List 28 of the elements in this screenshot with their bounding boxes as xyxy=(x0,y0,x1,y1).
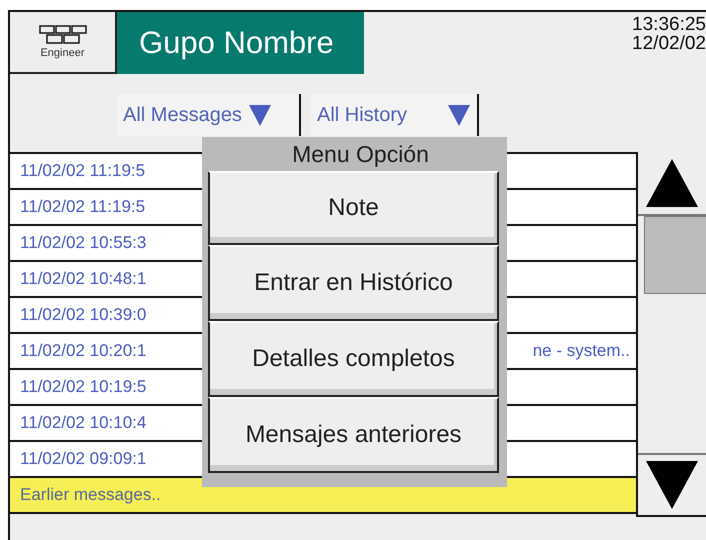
filter-dropdown[interactable]: All History xyxy=(311,94,479,136)
menu-option-button[interactable]: Detalles completos xyxy=(208,321,499,397)
message-time: 11/02/02 09:09:1 xyxy=(20,449,146,469)
user-level-icon xyxy=(38,25,86,45)
scroll-thumb[interactable] xyxy=(644,216,706,294)
scroll-down-button[interactable] xyxy=(638,453,706,517)
filter-dropdown[interactable]: All Messages xyxy=(117,94,301,136)
message-time: 11/02/02 10:39:0 xyxy=(20,305,146,325)
menu-option-button[interactable]: Entrar en Histórico xyxy=(208,245,499,321)
message-time: 11/02/02 10:10:4 xyxy=(20,413,146,433)
group-title: Gupo Nombre xyxy=(117,12,364,74)
clock-time: 13:36:25 xyxy=(632,15,706,34)
up-arrow-icon xyxy=(646,159,698,207)
message-time: 11/02/02 10:20:1 xyxy=(20,341,146,361)
message-time: 11/02/02 11:19:5 xyxy=(20,161,146,181)
menu-option-button[interactable]: Mensajes anteriores xyxy=(208,397,499,473)
caret-icon xyxy=(248,103,272,127)
message-time: 11/02/02 10:55:3 xyxy=(20,233,146,253)
message-time: 11/02/02 11:19:5 xyxy=(20,197,146,217)
menu-title: Menu Opción xyxy=(291,140,430,169)
message-text: ne - system.. xyxy=(532,341,630,361)
down-arrow-icon xyxy=(646,461,698,509)
message-time: 11/02/02 10:48:1 xyxy=(20,269,146,289)
user-button[interactable]: Engineer xyxy=(10,12,117,74)
caret-icon xyxy=(447,103,471,127)
message-time: 11/02/02 10:19:5 xyxy=(20,377,146,397)
menu-option-button[interactable]: Note xyxy=(208,171,499,245)
clock-date: 12/02/02 xyxy=(632,34,706,53)
